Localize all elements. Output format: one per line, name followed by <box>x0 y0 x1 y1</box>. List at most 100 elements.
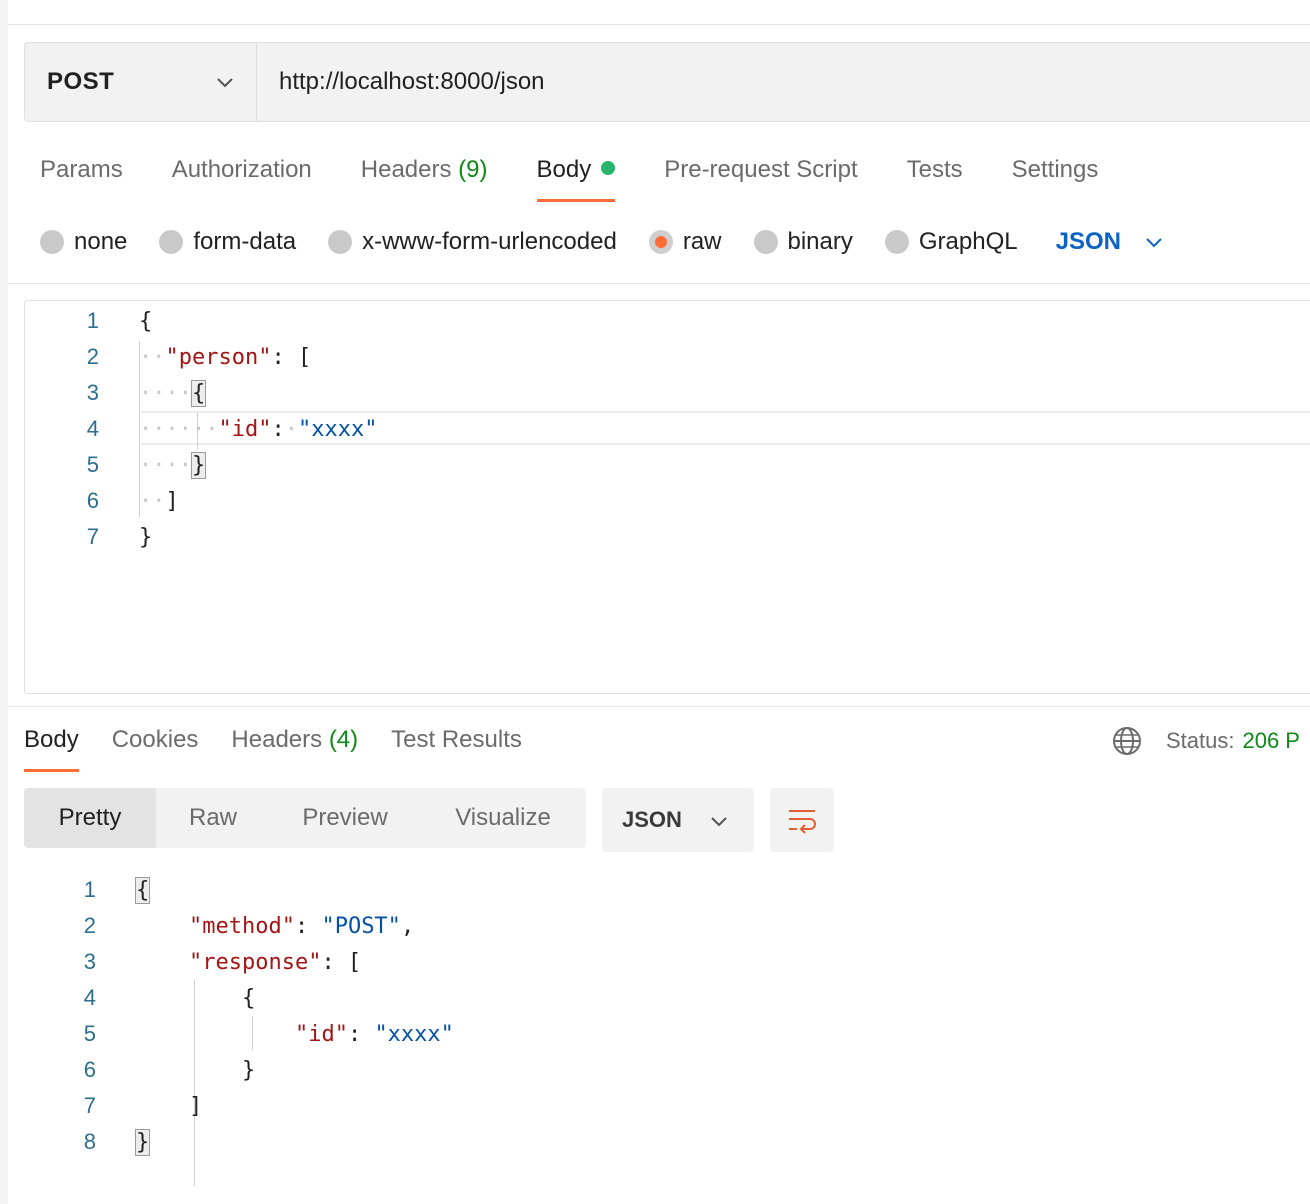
tab-label: Body <box>24 726 79 753</box>
code-text: { <box>139 309 152 334</box>
globe-icon[interactable] <box>1112 726 1142 756</box>
json-brace-matched: } <box>134 1128 151 1156</box>
json-key: "person" <box>165 344 272 370</box>
whitespace-dots: ······ <box>139 416 219 442</box>
request-body-editor[interactable]: 1 { 2 ··"person": [ 3 ····{ 4 ······"id"… <box>24 300 1310 694</box>
response-tab-test-results[interactable]: Test Results <box>391 722 522 772</box>
code-line: 4 ······"id":·"xxxx" <box>25 411 1310 447</box>
json-brace: } <box>241 1057 256 1083</box>
wrap-lines-icon <box>789 810 816 834</box>
tab-headers[interactable]: Headers (9) <box>361 150 488 202</box>
code-line: 1 { <box>25 303 1310 339</box>
code-text: ····{ <box>139 379 207 407</box>
tab-pre-request-script[interactable]: Pre-request Script <box>664 150 857 202</box>
code-line: 3 ····{ <box>25 375 1310 411</box>
json-brace-matched: { <box>190 379 207 407</box>
view-preview-button[interactable]: Preview <box>270 788 420 848</box>
tab-authorization[interactable]: Authorization <box>172 150 312 202</box>
line-number: 1 <box>83 877 96 902</box>
code-text: { <box>134 876 151 904</box>
tab-body[interactable]: Body <box>536 150 616 202</box>
json-punct: : <box>271 416 285 442</box>
body-type-options: none form-data x-www-form-urlencoded raw… <box>40 222 1163 262</box>
radio-raw[interactable]: raw <box>648 228 722 256</box>
json-punct: : [ <box>271 344 312 370</box>
whitespace-dots: · <box>284 416 298 442</box>
tab-label: Headers <box>231 726 323 753</box>
json-key: "response" <box>188 949 322 975</box>
status-value[interactable]: 206 P <box>1242 728 1300 754</box>
response-body-viewer[interactable]: 1 { 2 "method": "POST", 3 "response": [ … <box>0 870 1310 1204</box>
line-number: 3 <box>86 380 99 405</box>
json-punct: , <box>400 913 415 939</box>
response-tabs: Body Cookies Headers (4) Test Results <box>24 722 555 772</box>
radio-x-www-form-urlencoded[interactable]: x-www-form-urlencoded <box>328 228 617 256</box>
response-tab-cookies[interactable]: Cookies <box>112 722 199 772</box>
json-key: "id" <box>294 1021 348 1047</box>
radio-graphql[interactable]: GraphQL <box>884 228 1018 256</box>
language-select[interactable]: JSON <box>1056 228 1163 256</box>
radio-circle-selected <box>648 230 673 254</box>
radio-binary[interactable]: binary <box>753 228 853 256</box>
chevron-down-icon <box>711 817 727 827</box>
headers-count: (4) <box>328 726 359 753</box>
tab-params[interactable]: Params <box>40 150 123 202</box>
radio-none[interactable]: none <box>40 228 127 256</box>
method-label: POST <box>47 68 115 95</box>
wrap-lines-button[interactable] <box>770 788 834 852</box>
json-brace-matched: } <box>190 451 207 479</box>
code-text: { <box>136 986 255 1011</box>
code-text: ··] <box>139 489 179 514</box>
code-text: ····} <box>139 451 207 479</box>
code-line: 5 "id": "xxxx" <box>0 1016 1310 1052</box>
line-number: 5 <box>83 1021 96 1046</box>
line-number: 6 <box>83 1057 96 1082</box>
radio-label: GraphQL <box>918 228 1018 255</box>
code-line: 4 { <box>0 980 1310 1016</box>
code-line: 7 ] <box>0 1088 1310 1124</box>
tab-label: Authorization <box>171 156 312 183</box>
view-visualize-button[interactable]: Visualize <box>420 788 586 848</box>
code-text: } <box>136 1058 255 1083</box>
json-brace: } <box>139 524 153 550</box>
json-punct: : [ <box>321 949 362 975</box>
json-string: "xxxx" <box>297 416 378 442</box>
request-url-bar: POST http://localhost:8000/json <box>24 42 1310 122</box>
tab-settings[interactable]: Settings <box>1012 150 1099 202</box>
divider <box>8 24 1310 25</box>
code-line: 6 } <box>0 1052 1310 1088</box>
method-select[interactable]: POST <box>25 43 257 121</box>
radio-form-data[interactable]: form-data <box>159 228 296 256</box>
code-line: 6 ··] <box>25 483 1310 519</box>
line-number: 3 <box>83 949 96 974</box>
code-text: ··"person": [ <box>139 345 311 370</box>
json-punct: : <box>294 913 322 939</box>
response-tab-body[interactable]: Body <box>24 722 79 772</box>
json-brace: { <box>241 985 256 1011</box>
tab-label: Headers <box>360 156 452 183</box>
code-line: 5 ····} <box>25 447 1310 483</box>
code-line: 3 "response": [ <box>0 944 1310 980</box>
json-brace-matched: { <box>134 876 151 904</box>
response-status: Status: 206 P <box>1112 724 1300 758</box>
response-tab-headers[interactable]: Headers (4) <box>231 722 358 772</box>
radio-circle <box>753 230 778 254</box>
status-label: Status: <box>1166 728 1235 753</box>
tab-tests[interactable]: Tests <box>907 150 963 202</box>
json-punct: : <box>347 1021 375 1047</box>
response-format-select[interactable]: JSON <box>602 788 754 852</box>
view-pretty-button[interactable]: Pretty <box>24 788 156 848</box>
line-number: 7 <box>86 524 99 549</box>
url-input[interactable]: http://localhost:8000/json <box>257 43 1310 121</box>
tab-label: Settings <box>1011 156 1099 183</box>
line-number: 4 <box>83 985 96 1010</box>
radio-circle <box>159 230 184 254</box>
language-label: JSON <box>1055 228 1121 255</box>
whitespace-dots: ·· <box>139 488 166 514</box>
chevron-down-icon <box>1146 238 1162 248</box>
code-text: } <box>134 1128 151 1156</box>
view-raw-button[interactable]: Raw <box>156 788 270 848</box>
radio-label: none <box>74 228 128 255</box>
tab-label: Body <box>536 156 592 183</box>
code-text: ······"id":·"xxxx" <box>139 417 377 442</box>
